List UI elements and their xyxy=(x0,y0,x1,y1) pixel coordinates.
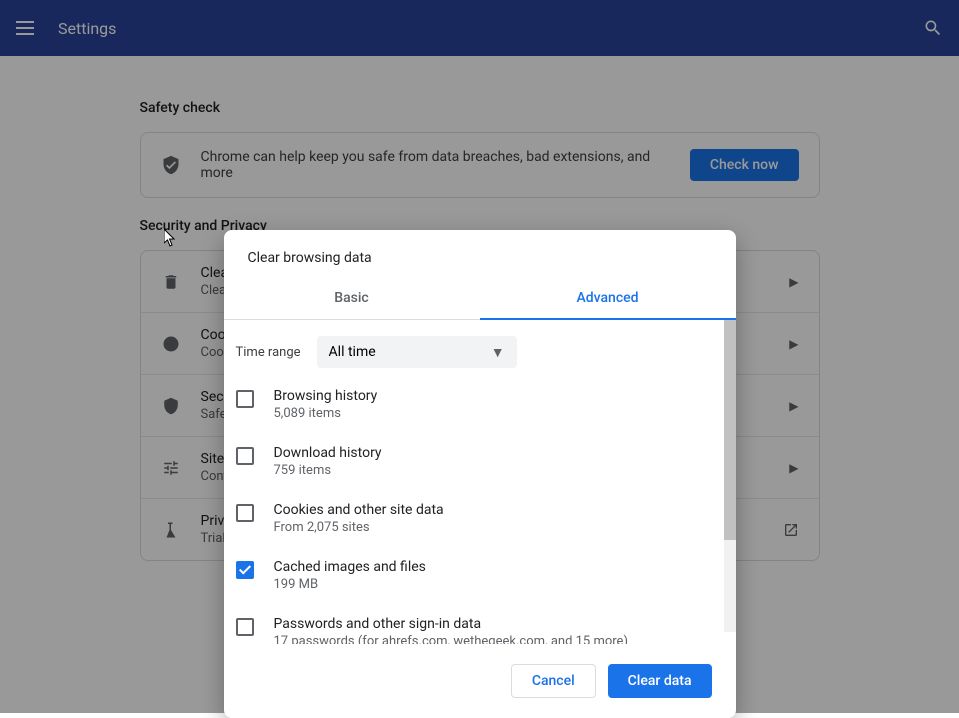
dialog-footer: Cancel Clear data xyxy=(224,644,736,718)
option-text: Passwords and other sign-in data 17 passw… xyxy=(274,616,712,644)
option-row: Cookies and other site data From 2,075 si… xyxy=(236,490,712,547)
option-sub: 5,089 items xyxy=(274,406,712,421)
clear-data-button[interactable]: Clear data xyxy=(608,664,712,698)
option-text: Cached images and files 199 MB xyxy=(274,559,712,592)
checkbox[interactable] xyxy=(236,618,254,636)
dialog-body: Time range All time ▼ Browsing history 5,… xyxy=(224,320,736,644)
option-sub: 759 items xyxy=(274,463,712,478)
option-sub: From 2,075 sites xyxy=(274,520,712,535)
option-title: Cookies and other site data xyxy=(274,502,712,518)
checkbox[interactable] xyxy=(236,504,254,522)
scrollbar-thumb[interactable] xyxy=(724,320,736,540)
checkbox[interactable] xyxy=(236,447,254,465)
tab-basic[interactable]: Basic xyxy=(224,278,480,319)
option-row: Download history 759 items xyxy=(236,433,712,490)
option-row: Cached images and files 199 MB xyxy=(236,547,712,604)
dropdown-arrow-icon: ▼ xyxy=(491,344,505,361)
clear-browsing-dialog: Clear browsing data Basic Advanced Time … xyxy=(224,230,736,718)
option-title: Passwords and other sign-in data xyxy=(274,616,712,632)
checkbox[interactable] xyxy=(236,390,254,408)
option-sub: 199 MB xyxy=(274,577,712,592)
option-title: Download history xyxy=(274,445,712,461)
time-range-value: All time xyxy=(329,344,376,360)
tab-advanced[interactable]: Advanced xyxy=(480,278,736,320)
option-text: Browsing history 5,089 items xyxy=(274,388,712,421)
time-range-row: Time range All time ▼ xyxy=(224,320,736,376)
time-range-select[interactable]: All time ▼ xyxy=(317,336,517,368)
cancel-button[interactable]: Cancel xyxy=(511,664,596,698)
option-title: Browsing history xyxy=(274,388,712,404)
option-row: Passwords and other sign-in data 17 passw… xyxy=(236,604,712,644)
dialog-title: Clear browsing data xyxy=(224,230,736,278)
options-list: Browsing history 5,089 items Download hist… xyxy=(224,376,736,644)
option-sub: 17 passwords (for ahrefs.com, wethegeek.… xyxy=(274,634,712,644)
option-title: Cached images and files xyxy=(274,559,712,575)
option-text: Download history 759 items xyxy=(274,445,712,478)
time-range-label: Time range xyxy=(236,345,301,360)
dialog-tabs: Basic Advanced xyxy=(224,278,736,320)
option-text: Cookies and other site data From 2,075 si… xyxy=(274,502,712,535)
option-row: Browsing history 5,089 items xyxy=(236,376,712,433)
checkbox[interactable] xyxy=(236,561,254,579)
